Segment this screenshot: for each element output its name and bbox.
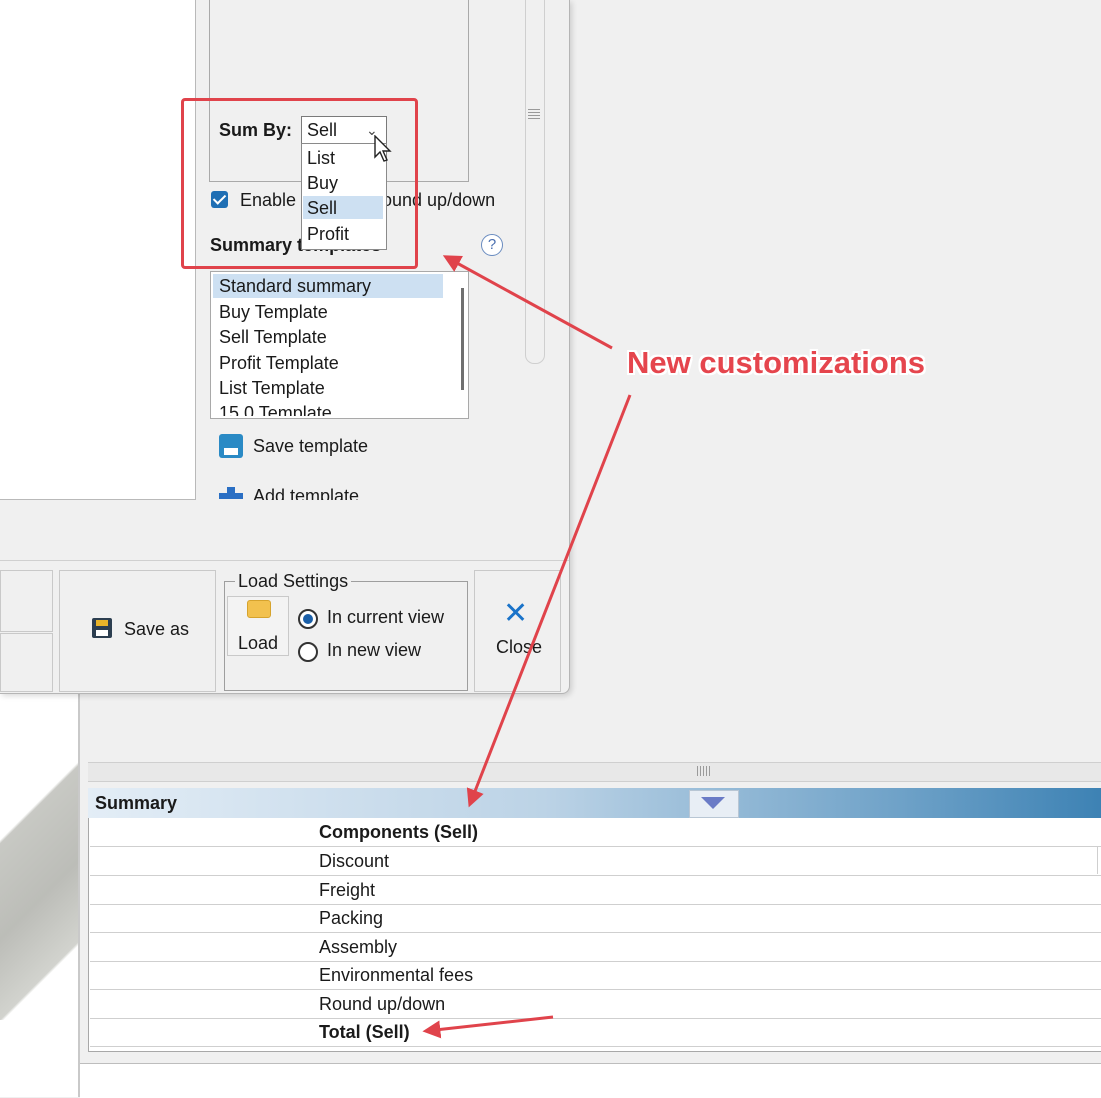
summary-row: Assembly xyxy=(90,933,1101,962)
summary-row: Freight xyxy=(90,876,1101,905)
template-item[interactable]: List Template xyxy=(213,376,443,400)
template-item[interactable]: Profit Template xyxy=(213,351,443,375)
summary-row-label: Freight xyxy=(319,880,376,900)
triangle-down-icon[interactable] xyxy=(701,797,725,809)
dialog-left-panel xyxy=(0,0,196,500)
summary-row-label: Discount xyxy=(319,851,390,871)
summary-row-label: Round up/down xyxy=(319,994,446,1014)
summary-row-label: Environmental fees xyxy=(319,965,474,985)
close-icon[interactable]: ✕ xyxy=(503,599,528,629)
frame-divider xyxy=(78,690,80,1097)
summary-row: Discount xyxy=(90,847,1101,876)
load-settings-title: Load Settings xyxy=(235,571,352,592)
load-label[interactable]: Load xyxy=(238,633,278,654)
save-as-label[interactable]: Save as xyxy=(124,619,189,640)
save-template-icon[interactable] xyxy=(219,434,243,458)
summary-title: Summary xyxy=(95,793,178,813)
annotation-highlight-box xyxy=(181,98,418,269)
pane-splitter[interactable] xyxy=(88,762,1101,782)
status-strip xyxy=(80,1063,1101,1098)
viewport-texture xyxy=(0,700,80,1020)
close-label[interactable]: Close xyxy=(496,637,542,658)
dialog-separator xyxy=(0,560,569,561)
help-icon[interactable]: ? xyxy=(481,234,503,256)
radio-in-current-view[interactable] xyxy=(298,609,318,629)
discount-value-cell[interactable] xyxy=(1097,846,1101,874)
save-template-button[interactable]: Save template xyxy=(253,436,368,457)
summary-row-label: Packing xyxy=(319,908,384,928)
summary-row-label: Components (Sell) xyxy=(319,822,479,842)
summary-row: Packing xyxy=(90,904,1101,933)
summary-row-label: Total (Sell) xyxy=(319,1022,410,1042)
summary-row: Environmental fees xyxy=(90,961,1101,990)
toolbar-button[interactable] xyxy=(0,570,53,632)
add-template-button[interactable]: Add template xyxy=(253,486,359,500)
scroll-grip-icon[interactable] xyxy=(528,107,540,119)
summary-header xyxy=(88,788,1101,818)
template-item[interactable]: Buy Template xyxy=(213,300,443,324)
radio-in-new-view-label[interactable]: In new view xyxy=(327,640,421,661)
annotation-text: New customizations xyxy=(627,345,925,380)
template-item[interactable]: 15.0 Template xyxy=(213,401,443,416)
close-button[interactable] xyxy=(474,570,561,692)
template-item[interactable]: Standard summary xyxy=(213,274,443,298)
folder-icon[interactable] xyxy=(247,600,271,618)
summary-row-label: Assembly xyxy=(319,937,398,957)
radio-in-current-view-label[interactable]: In current view xyxy=(327,607,444,628)
floppy-disk-icon[interactable] xyxy=(92,618,112,638)
summary-row: Components (Sell) xyxy=(90,818,1101,847)
template-item[interactable]: Sell Template xyxy=(213,325,443,349)
toolbar-button[interactable] xyxy=(0,633,53,692)
splitter-grip-icon[interactable] xyxy=(697,766,711,776)
dialog-scrollbar[interactable] xyxy=(525,0,545,364)
summary-row: Round up/down xyxy=(90,990,1101,1019)
templates-scrollbar[interactable] xyxy=(461,288,464,390)
summary-row: Total (Sell) xyxy=(90,1018,1101,1047)
radio-in-new-view[interactable] xyxy=(298,642,318,662)
add-template-icon[interactable] xyxy=(219,487,243,499)
